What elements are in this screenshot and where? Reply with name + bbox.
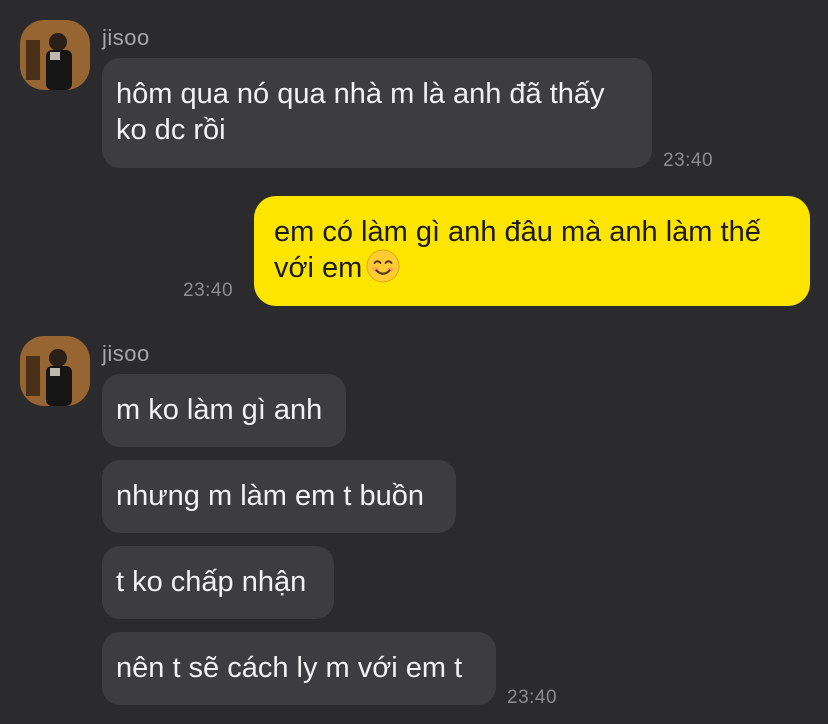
avatar-photo-icon [20, 20, 90, 90]
message-bubble[interactable]: t ko chấp nhận [102, 546, 334, 619]
message-text: m ko làm gì anh [116, 394, 323, 426]
message-timestamp: 23:40 [183, 280, 234, 301]
avatar[interactable] [20, 20, 90, 90]
message-bubble[interactable]: nên t sẽ cách ly m với em t [102, 632, 496, 705]
smiling-face-emoji-icon [366, 249, 400, 283]
message-text-with-emoji: với em [274, 249, 796, 286]
chat-thread: jisoo hôm qua nó qua nhà m là anh đã thấ… [0, 0, 828, 724]
sender-name: jisoo [102, 341, 150, 366]
sender-name: jisoo [102, 25, 150, 50]
avatar[interactable] [20, 336, 90, 406]
message-text: với em [274, 252, 363, 284]
message-bubble[interactable]: m ko làm gì anh [102, 374, 346, 447]
avatar-photo-icon [20, 336, 90, 406]
message-text: hôm qua nó qua nhà m là anh đã thấy [116, 78, 605, 110]
message-timestamp: 23:40 [507, 687, 558, 708]
message-text: nên t sẽ cách ly m với em t [116, 652, 463, 684]
message-bubble[interactable]: hôm qua nó qua nhà m là anh đã thấy ko d… [102, 58, 652, 168]
message-text: nhưng m làm em t buồn [116, 480, 424, 512]
message-text: ko dc rồi [116, 114, 226, 146]
message-text: t ko chấp nhận [116, 566, 307, 598]
message-timestamp: 23:40 [663, 150, 714, 171]
message-bubble[interactable]: nhưng m làm em t buồn [102, 460, 456, 533]
message-text: em có làm gì anh đâu mà anh làm thế [274, 216, 761, 248]
outgoing-message-bubble[interactable]: em có làm gì anh đâu mà anh làm thế với … [254, 196, 810, 306]
